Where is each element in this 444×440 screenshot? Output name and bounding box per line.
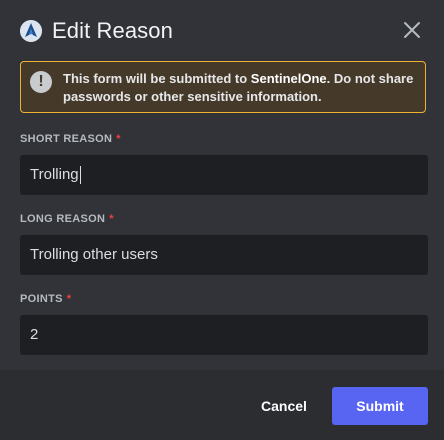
cancel-button[interactable]: Cancel [252, 387, 316, 425]
modal-header: Edit Reason [0, 0, 444, 60]
required-asterisk: * [109, 213, 114, 225]
modal-footer: Cancel Submit [0, 370, 444, 440]
text-caret [79, 166, 81, 185]
close-icon[interactable] [400, 18, 424, 42]
edit-reason-modal: Edit Reason ! This form will be submitte… [0, 0, 444, 440]
long-reason-label: LONG REASON * [20, 213, 114, 225]
required-asterisk: * [66, 293, 72, 305]
notice-text: This form will be submitted to SentinelO… [63, 71, 414, 104]
points-input[interactable]: 2 [20, 315, 428, 355]
notice-app-name: SentinelOne [250, 71, 327, 86]
long-reason-input[interactable]: Trolling other users [20, 235, 428, 275]
sentinelone-icon [20, 20, 42, 42]
exclamation-icon: ! [30, 71, 52, 93]
points-label: POINTS * [20, 293, 72, 305]
warning-notice: ! This form will be submitted to Sentine… [20, 61, 426, 113]
modal-title: Edit Reason [52, 18, 173, 43]
short-reason-label: SHORT REASON * [20, 133, 121, 145]
required-asterisk: * [116, 133, 121, 145]
short-reason-input[interactable]: Trolling [20, 155, 428, 195]
submit-button[interactable]: Submit [332, 387, 428, 425]
